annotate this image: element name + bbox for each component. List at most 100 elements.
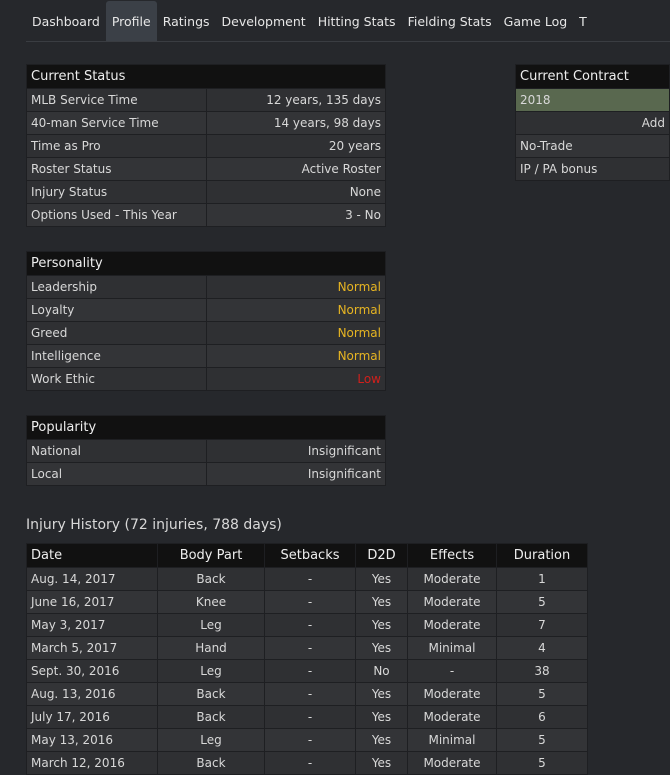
table-cell: Moderate <box>407 682 497 706</box>
table-cell: Back <box>157 567 265 591</box>
table-cell: Knee <box>157 590 265 614</box>
table-cell: Leg <box>157 659 265 683</box>
table-cell: Moderate <box>407 567 497 591</box>
row-value: Insignificant <box>205 439 386 463</box>
section-title: Current Status <box>26 64 386 89</box>
table-cell: Moderate <box>407 751 497 775</box>
table-cell: - <box>264 590 356 614</box>
row-value: Normal <box>205 321 386 345</box>
contract-year: 2018 <box>515 88 670 112</box>
injury-history-title: Injury History (72 injuries, 788 days) <box>26 517 282 533</box>
tab-profile[interactable]: Profile <box>105 1 157 41</box>
row-value: 3 - No <box>205 203 386 227</box>
tab-game-log[interactable]: Game Log <box>498 0 574 41</box>
table-cell: - <box>264 751 356 775</box>
table-cell: - <box>264 728 356 752</box>
row-label: Work Ethic <box>26 367 207 391</box>
table-cell: 1 <box>496 567 588 591</box>
table-row: May 13, 2016 Leg - Yes Minimal 5 <box>26 728 588 752</box>
contract-bonus: IP / PA bonus <box>515 157 670 181</box>
section-title: Popularity <box>26 415 386 440</box>
personality-table: Personality Leadership Normal Loyalty Norma… <box>26 251 386 391</box>
row-label: Roster Status <box>26 157 207 181</box>
row-label: Leadership <box>26 275 207 299</box>
table-cell: July 17, 2016 <box>26 705 158 729</box>
row-label: Time as Pro <box>26 134 207 158</box>
table-cell: 5 <box>496 751 588 775</box>
table-row: Intelligence Normal <box>26 344 386 368</box>
table-cell: - <box>264 682 356 706</box>
table-cell: - <box>264 567 356 591</box>
table-cell: Back <box>157 705 265 729</box>
row-value: Insignificant <box>205 462 386 486</box>
column-header[interactable]: D2D <box>355 543 408 568</box>
column-header[interactable]: Date <box>26 543 158 568</box>
section-title: Current Contract <box>515 64 670 89</box>
table-row: June 16, 2017 Knee - Yes Moderate 5 <box>26 590 588 614</box>
row-label: Local <box>26 462 207 486</box>
table-row: Options Used - This Year 3 - No <box>26 203 386 227</box>
row-value: 20 years <box>205 134 386 158</box>
row-label: Greed <box>26 321 207 345</box>
table-row: Work Ethic Low <box>26 367 386 391</box>
tab-fielding-stats[interactable]: Fielding Stats <box>402 0 498 41</box>
table-cell: 4 <box>496 636 588 660</box>
table-cell: Moderate <box>407 590 497 614</box>
column-header[interactable]: Body Part <box>157 543 265 568</box>
table-row: July 17, 2016 Back - Yes Moderate 6 <box>26 705 588 729</box>
column-header[interactable]: Effects <box>407 543 497 568</box>
column-header[interactable]: Duration <box>496 543 588 568</box>
row-value: Normal <box>205 275 386 299</box>
table-cell: Yes <box>355 751 408 775</box>
table-row: Leadership Normal <box>26 275 386 299</box>
row-label: Loyalty <box>26 298 207 322</box>
row-value: Active Roster <box>205 157 386 181</box>
table-cell: Back <box>157 682 265 706</box>
table-row: March 5, 2017 Hand - Yes Minimal 4 <box>26 636 588 660</box>
row-value: 12 years, 135 days <box>205 88 386 112</box>
table-cell: 5 <box>496 590 588 614</box>
table-cell: No <box>355 659 408 683</box>
row-label: Options Used - This Year <box>26 203 207 227</box>
table-row: MLB Service Time 12 years, 135 days <box>26 88 386 112</box>
tab-ratings[interactable]: Ratings <box>157 0 216 41</box>
tab-bar: Dashboard Profile Ratings Development Hittin… <box>26 0 670 42</box>
table-cell: 5 <box>496 682 588 706</box>
table-cell: Aug. 13, 2016 <box>26 682 158 706</box>
injury-history-table: Date Body Part Setbacks D2D Effects Duration A… <box>26 543 588 775</box>
table-cell: Leg <box>157 613 265 637</box>
table-cell: - <box>264 636 356 660</box>
table-row: National Insignificant <box>26 439 386 463</box>
row-label: National <box>26 439 207 463</box>
table-cell: 5 <box>496 728 588 752</box>
table-cell: Yes <box>355 613 408 637</box>
table-row: March 12, 2016 Back - Yes Moderate 5 <box>26 751 588 775</box>
table-cell: Minimal <box>407 728 497 752</box>
table-cell: Yes <box>355 705 408 729</box>
tab-development[interactable]: Development <box>216 0 312 41</box>
table-row: Greed Normal <box>26 321 386 345</box>
table-cell: Sept. 30, 2016 <box>26 659 158 683</box>
table-row: Roster Status Active Roster <box>26 157 386 181</box>
table-row: 40-man Service Time 14 years, 98 days <box>26 111 386 135</box>
tab-hitting-stats[interactable]: Hitting Stats <box>312 0 402 41</box>
table-cell: May 13, 2016 <box>26 728 158 752</box>
column-header[interactable]: Setbacks <box>264 543 356 568</box>
tab-t[interactable]: T <box>573 0 593 41</box>
table-row: Aug. 14, 2017 Back - Yes Moderate 1 <box>26 567 588 591</box>
section-title: Personality <box>26 251 386 276</box>
current-contract-table: Current Contract 2018 Add No-Trade IP / … <box>515 64 670 181</box>
table-cell: Yes <box>355 567 408 591</box>
row-value: Normal <box>205 344 386 368</box>
table-cell: Leg <box>157 728 265 752</box>
table-cell: Minimal <box>407 636 497 660</box>
table-cell: 38 <box>496 659 588 683</box>
table-cell: June 16, 2017 <box>26 590 158 614</box>
popularity-table: Popularity National Insignificant Local Ins… <box>26 415 386 486</box>
table-cell: - <box>264 659 356 683</box>
table-row: Aug. 13, 2016 Back - Yes Moderate 5 <box>26 682 588 706</box>
current-status-table: Current Status MLB Service Time 12 years,… <box>26 64 386 227</box>
table-cell: Moderate <box>407 705 497 729</box>
row-value: Normal <box>205 298 386 322</box>
tab-dashboard[interactable]: Dashboard <box>26 0 106 41</box>
